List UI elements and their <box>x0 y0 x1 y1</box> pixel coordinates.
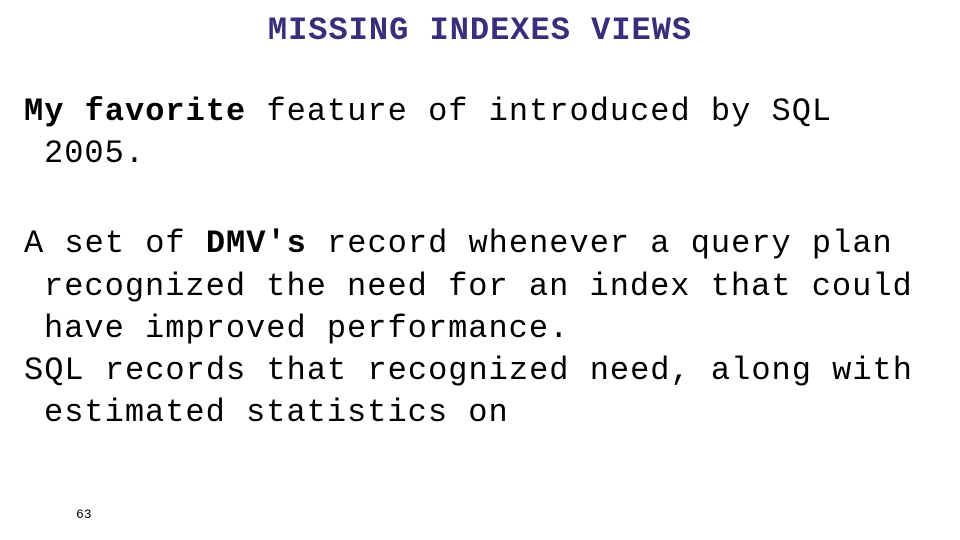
dmv-term: DMV's <box>206 225 307 262</box>
slide-title: MISSING INDEXES VIEWS <box>24 12 936 49</box>
intro-paragraph: My favorite feature of introduced by SQL… <box>24 91 936 175</box>
intro-highlight: My favorite <box>24 93 246 130</box>
body1-pre: A set of <box>24 225 206 262</box>
body-paragraph-1: A set of DMV's record whenever a query p… <box>24 223 936 350</box>
page-number: 63 <box>76 507 92 522</box>
body-paragraph-2: SQL records that recognized need, along … <box>24 350 936 434</box>
slide: MISSING INDEXES VIEWS My favorite featur… <box>0 0 960 540</box>
